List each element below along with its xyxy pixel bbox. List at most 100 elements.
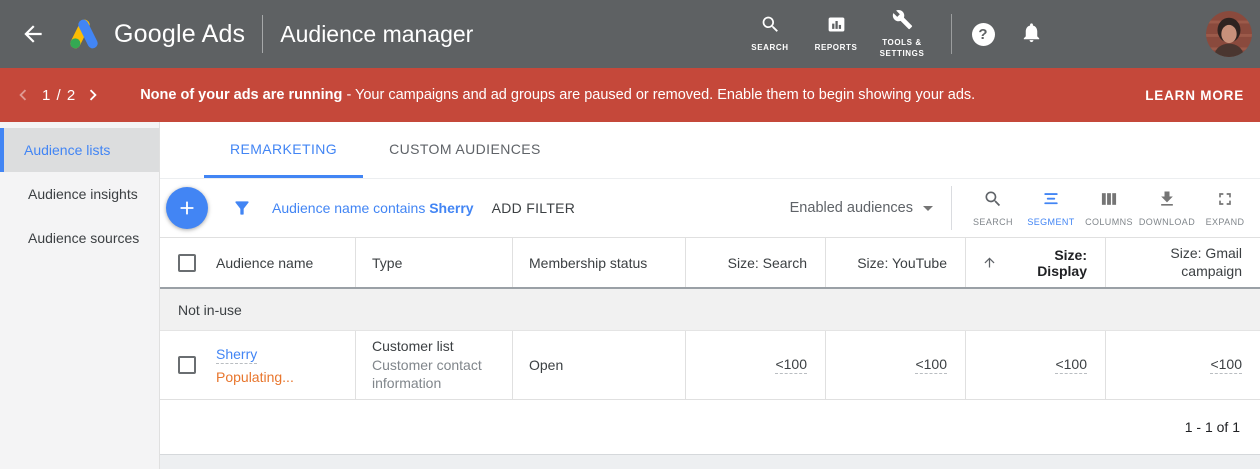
page-title: Audience manager (280, 21, 473, 48)
segment-icon (1041, 189, 1061, 212)
column-label: Type (372, 255, 402, 271)
google-ads-logo-icon (66, 18, 102, 50)
size-youtube-value: <100 (915, 356, 947, 374)
sidebar-item-audience-lists[interactable]: Audience lists (0, 128, 159, 172)
alert-banner: 1 / 2 None of your ads are running - You… (0, 68, 1260, 122)
audience-view-dropdown[interactable]: Enabled audiences (790, 200, 933, 216)
column-header-size-youtube[interactable]: Size: YouTube (825, 238, 965, 287)
table-toolbar: Audience name contains Sherry ADD FILTER… (160, 178, 1260, 238)
column-header-size-gmail[interactable]: Size: Gmail campaign (1105, 238, 1260, 287)
table-segment-button[interactable]: SEGMENT (1022, 189, 1080, 227)
notifications-button[interactable] (1016, 21, 1046, 47)
tools-settings-nav-label: TOOLS & SETTINGS (875, 38, 929, 60)
topbar-divider (951, 14, 952, 54)
back-arrow-icon[interactable] (20, 21, 46, 47)
banner-pagination: 1 / 2 (42, 87, 76, 104)
group-row-not-in-use: Not in-use (160, 289, 1260, 331)
help-icon: ? (972, 23, 995, 46)
column-label: Size: Search (728, 255, 807, 271)
populating-status: Populating... (216, 369, 294, 385)
tab-remarketing[interactable]: REMARKETING (204, 122, 363, 178)
column-header-size-display[interactable]: Size: Display (965, 238, 1105, 287)
audience-manager-screen: Google Ads Audience manager SEARCH REPOR… (0, 0, 1260, 469)
help-button[interactable]: ? (968, 23, 998, 46)
size-display-value: <100 (1055, 356, 1087, 374)
select-all-checkbox[interactable] (178, 254, 196, 272)
table-download-button[interactable]: DOWNLOAD (1138, 189, 1196, 227)
tab-label: REMARKETING (230, 141, 337, 157)
toolbar-divider (951, 186, 952, 230)
reports-icon (826, 14, 847, 38)
expand-icon (1215, 189, 1235, 212)
table-footer: 1 - 1 of 1 (160, 400, 1260, 454)
row-checkbox[interactable] (178, 356, 196, 374)
column-header-size-search[interactable]: Size: Search (685, 238, 825, 287)
tool-label: SEGMENT (1027, 217, 1074, 227)
column-label: Size: Display (1003, 247, 1087, 279)
banner-message: None of your ads are running - Your camp… (140, 87, 1133, 103)
sidebar-item-label: Audience sources (28, 230, 139, 246)
column-header-type[interactable]: Type (355, 238, 512, 287)
group-label: Not in-use (178, 302, 242, 318)
tool-label: EXPAND (1206, 217, 1245, 227)
audience-table-card: REMARKETING CUSTOM AUDIENCES Audie (160, 122, 1260, 455)
sidebar-item-label: Audience lists (24, 142, 110, 158)
columns-icon (1099, 189, 1119, 212)
table-header-row: Audience name Type Membership status Siz… (160, 238, 1260, 289)
chevron-down-icon (923, 206, 933, 211)
tool-label: COLUMNS (1085, 217, 1133, 227)
type-value: Customer list (372, 338, 454, 354)
bell-icon (1020, 21, 1043, 47)
table-columns-button[interactable]: COLUMNS (1080, 189, 1138, 227)
audience-name-link[interactable]: Sherry (216, 346, 257, 364)
table-row: Sherry Populating... Customer list Custo… (160, 331, 1260, 400)
learn-more-link[interactable]: LEARN MORE (1145, 88, 1244, 103)
tab-label: CUSTOM AUDIENCES (389, 141, 541, 157)
sidebar-item-audience-insights[interactable]: Audience insights (0, 172, 159, 216)
pagination-range: 1 - 1 of 1 (1185, 419, 1240, 435)
column-label: Size: Gmail campaign (1122, 245, 1242, 280)
banner-previous-icon[interactable] (12, 84, 34, 106)
column-header-audience-name[interactable]: Audience name (160, 238, 355, 287)
brand-name: Google Ads (114, 20, 245, 49)
download-icon (1157, 189, 1177, 212)
table-expand-button[interactable]: EXPAND (1196, 189, 1254, 227)
main-content: REMARKETING CUSTOM AUDIENCES Audie (160, 122, 1260, 469)
title-divider (262, 15, 263, 53)
column-label: Membership status (529, 255, 647, 271)
search-icon (983, 189, 1003, 212)
type-cell: Customer list Customer contact informati… (355, 331, 512, 399)
type-detail: Customer contact information (372, 356, 494, 392)
banner-next-icon[interactable] (82, 84, 104, 106)
filter-icon[interactable] (232, 198, 252, 218)
tool-label: DOWNLOAD (1139, 217, 1195, 227)
reports-nav-button[interactable]: REPORTS (803, 14, 869, 54)
column-header-membership-status[interactable]: Membership status (512, 238, 685, 287)
sidebar-item-audience-sources[interactable]: Audience sources (0, 216, 159, 260)
size-gmail-value: <100 (1210, 356, 1242, 374)
sidebar: Audience lists Audience insights Audienc… (0, 122, 160, 469)
size-gmail-cell: <100 (1105, 331, 1260, 399)
search-nav-button[interactable]: SEARCH (737, 14, 803, 54)
account-avatar[interactable] (1206, 11, 1252, 57)
table-search-button[interactable]: SEARCH (964, 189, 1022, 227)
topbar-nav: SEARCH REPORTS TOOLS & SETTINGS ? (737, 9, 1046, 60)
filter-value: Sherry (429, 200, 473, 216)
tab-bar: REMARKETING CUSTOM AUDIENCES (160, 122, 1260, 178)
search-nav-label: SEARCH (743, 43, 797, 54)
add-audience-button[interactable] (166, 187, 208, 229)
audience-name-cell: Sherry Populating... (160, 331, 355, 399)
filter-condition: Audience name contains (272, 200, 425, 216)
column-label: Size: YouTube (857, 255, 947, 271)
tools-settings-nav-button[interactable]: TOOLS & SETTINGS (869, 9, 935, 60)
membership-status-cell: Open (512, 331, 685, 399)
add-filter-button[interactable]: ADD FILTER (492, 200, 576, 216)
sort-ascending-icon (982, 255, 997, 270)
reports-nav-label: REPORTS (809, 43, 863, 54)
active-filter-chip[interactable]: Audience name contains Sherry (272, 200, 474, 216)
sidebar-item-label: Audience insights (28, 186, 138, 202)
size-search-cell: <100 (685, 331, 825, 399)
size-search-value: <100 (775, 356, 807, 374)
tab-custom-audiences[interactable]: CUSTOM AUDIENCES (363, 122, 567, 178)
tool-label: SEARCH (973, 217, 1013, 227)
